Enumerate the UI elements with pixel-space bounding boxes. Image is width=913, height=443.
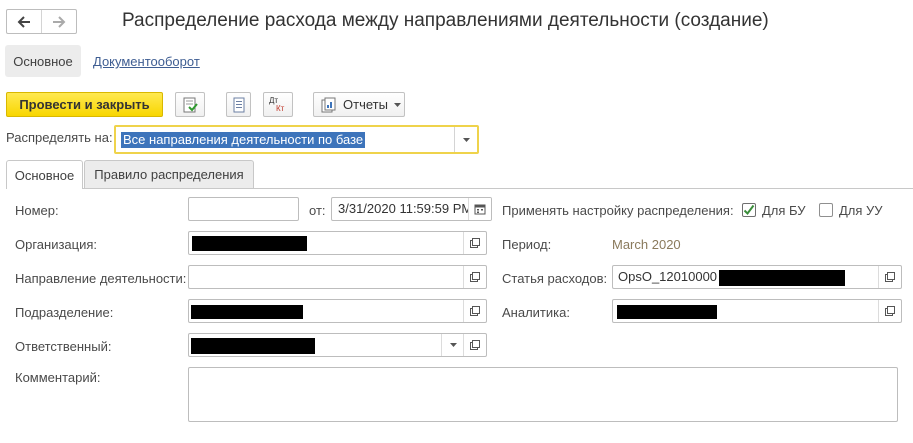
for-uu-checkbox[interactable]	[819, 203, 833, 217]
nav-button-group	[6, 9, 77, 34]
analytics-input[interactable]	[612, 299, 902, 323]
open-icon	[470, 272, 480, 282]
apply-setting-label: Применять настройку распределения:	[502, 203, 734, 218]
analytics-label: Аналитика:	[502, 305, 570, 320]
calendar-button[interactable]	[468, 198, 491, 220]
redacted-value	[719, 270, 845, 286]
list-icon	[233, 97, 244, 112]
window-title: Распределение расхода между направлениям…	[122, 10, 769, 31]
inner-tab-rule[interactable]: Правило распределения	[84, 160, 254, 188]
open-icon	[470, 306, 480, 316]
for-uu-label: Для УУ	[839, 203, 883, 218]
activity-direction-label: Направление деятельности:	[15, 271, 187, 286]
distribute-dropdown-button[interactable]	[454, 127, 477, 152]
reports-icon	[321, 97, 336, 112]
open-icon	[470, 340, 480, 350]
post-document-button[interactable]	[175, 92, 205, 117]
chevron-down-icon	[462, 137, 470, 142]
tab-main[interactable]: Основное	[5, 45, 81, 77]
dt-kt-icon: Дт Кт	[268, 96, 288, 114]
list-button[interactable]	[226, 92, 251, 117]
responsible-dropdown-button[interactable]	[441, 334, 464, 356]
dt-kt-button[interactable]: Дт Кт	[263, 92, 293, 117]
for-bu-checkbox[interactable]	[742, 203, 756, 217]
activity-direction-input[interactable]	[188, 265, 487, 289]
open-analytics-button[interactable]	[878, 300, 901, 322]
back-button[interactable]	[7, 10, 41, 33]
expense-item-input[interactable]: OpsO_12010000	[612, 265, 902, 289]
open-icon	[885, 306, 895, 316]
forward-button[interactable]	[41, 10, 76, 33]
open-expense-item-button[interactable]	[878, 266, 901, 288]
post-and-close-button[interactable]: Провести и закрыть	[6, 92, 163, 117]
organization-label: Организация:	[15, 237, 98, 252]
redacted-value	[191, 305, 303, 319]
open-responsible-button[interactable]	[463, 334, 486, 356]
period-label: Период:	[502, 237, 552, 252]
comment-label: Комментарий:	[15, 370, 101, 385]
redacted-value	[192, 236, 307, 251]
tab-docflow[interactable]: Документооборот	[93, 54, 200, 69]
arrow-right-icon	[53, 15, 66, 28]
post-document-icon	[183, 97, 198, 112]
responsible-label: Ответственный:	[15, 339, 112, 354]
open-icon	[885, 272, 895, 282]
open-organization-button[interactable]	[463, 232, 486, 254]
date-value: 3/31/2020 11:59:59 PM	[338, 201, 473, 216]
number-label: Номер:	[15, 203, 59, 218]
number-input[interactable]	[188, 197, 299, 221]
kt-label: Кт	[276, 103, 285, 113]
date-from-label: от:	[309, 203, 326, 218]
arrow-left-icon	[17, 15, 30, 28]
distribute-value: Все направления деятельности по базе	[121, 132, 366, 148]
open-icon	[470, 238, 480, 248]
for-bu-label: Для БУ	[762, 203, 806, 218]
inner-tab-main[interactable]: Основное	[6, 160, 83, 189]
responsible-input[interactable]	[188, 333, 487, 357]
department-input[interactable]	[188, 299, 487, 323]
redacted-value	[191, 338, 315, 354]
reports-label: Отчеты	[343, 97, 388, 112]
expense-item-value: OpsO_12010000	[618, 269, 718, 284]
open-activity-direction-button[interactable]	[463, 266, 486, 288]
chevron-down-icon	[393, 102, 401, 107]
department-label: Подразделение:	[15, 305, 114, 320]
open-department-button[interactable]	[463, 300, 486, 322]
checkmark-icon	[743, 204, 755, 216]
distribute-select[interactable]: Все направления деятельности по базе	[114, 125, 479, 154]
distribute-label: Распределять на:	[6, 130, 113, 145]
redacted-value	[617, 305, 717, 319]
comment-textarea[interactable]	[188, 367, 898, 422]
date-input[interactable]: 3/31/2020 11:59:59 PM	[331, 197, 492, 221]
calendar-icon	[474, 204, 486, 215]
chevron-down-icon	[449, 343, 457, 347]
reports-button[interactable]: Отчеты	[313, 92, 405, 117]
tab-panel-border	[6, 188, 913, 189]
organization-input[interactable]	[188, 231, 487, 255]
expense-item-label: Статья расходов:	[502, 271, 608, 286]
period-value: March 2020	[612, 237, 681, 252]
